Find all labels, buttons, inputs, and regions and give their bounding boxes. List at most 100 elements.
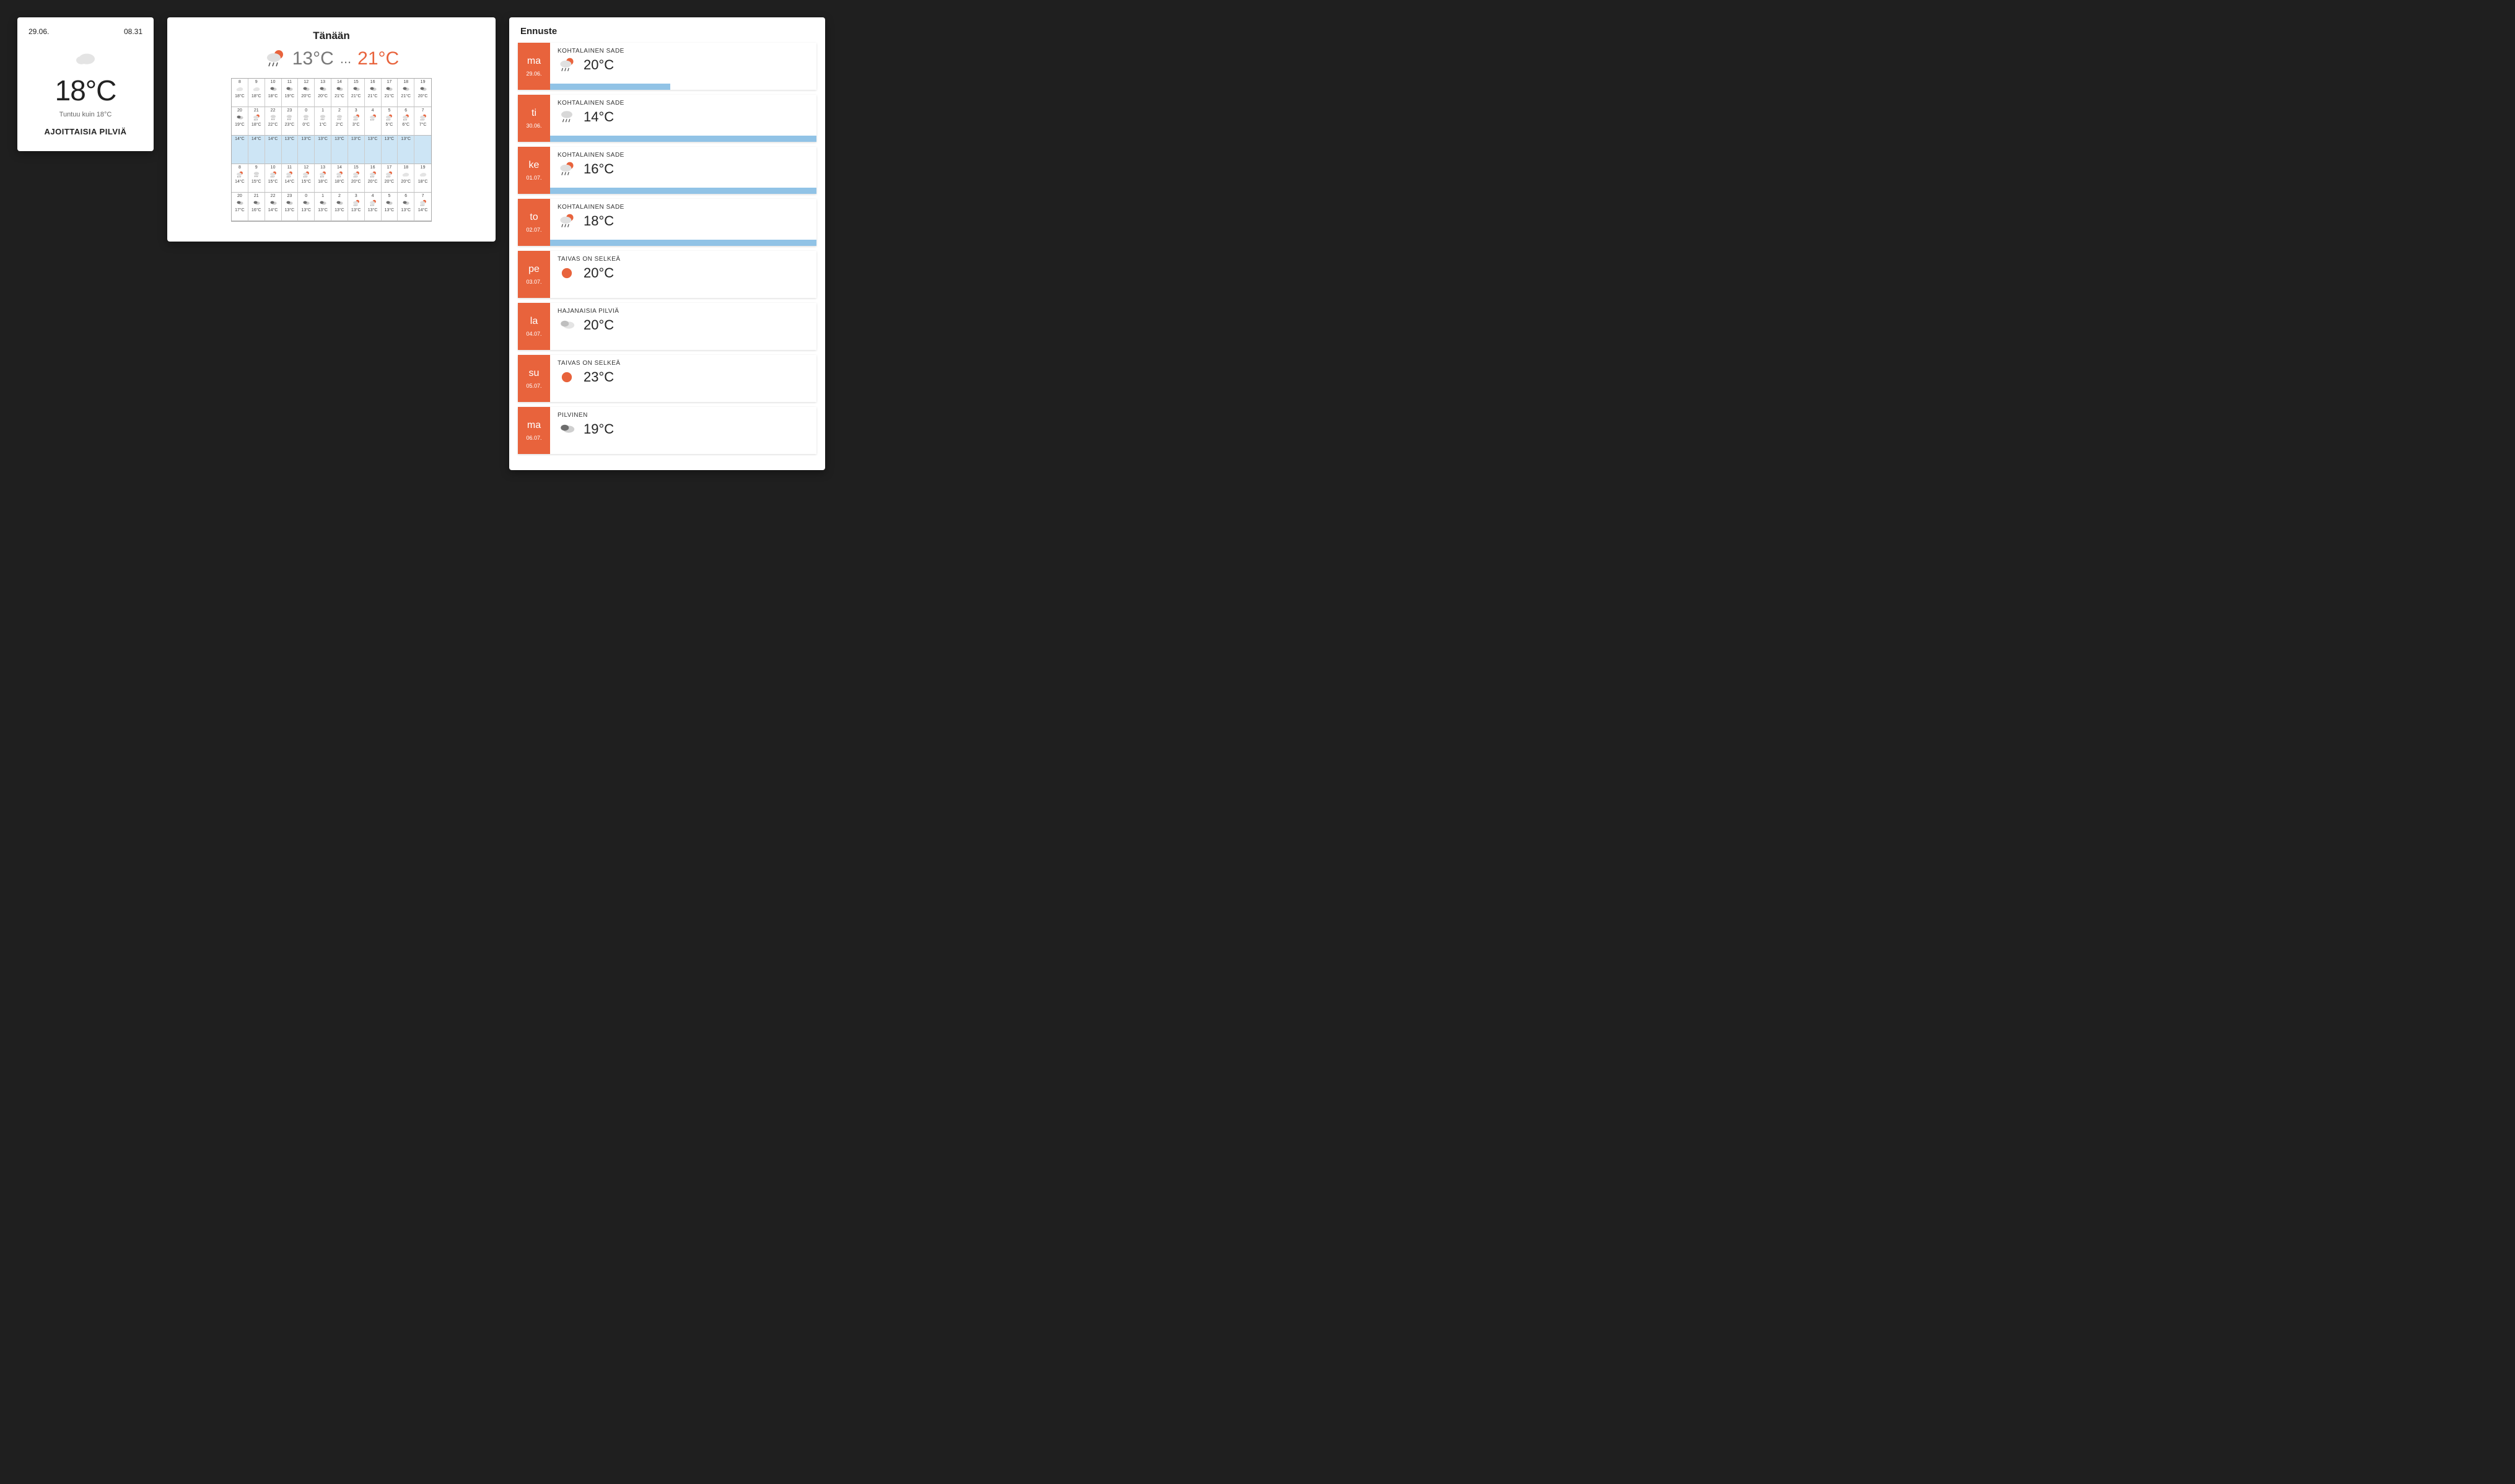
rain-icon	[285, 114, 294, 121]
forecast-item[interactable]: la 04.07. HAJANAISIA PILVIÄ 20°C	[518, 303, 816, 350]
hour-temp: 21°C	[385, 94, 395, 98]
hour-cell[interactable]: 513°C	[382, 193, 398, 221]
hour-cell[interactable]: 2323°C	[282, 107, 299, 136]
hour-cell[interactable]: 1521°C	[348, 79, 365, 107]
hour-temp: 13°C	[335, 208, 344, 212]
hour-cell[interactable]: 213°C	[331, 193, 348, 221]
rain-sun-icon	[352, 199, 361, 207]
hour-cell[interactable]: 14°C	[232, 136, 248, 164]
hour-cell[interactable]: 613°C	[398, 193, 414, 221]
forecast-item[interactable]: ma 06.07. PILVINEN 19°C	[518, 407, 816, 454]
hour-cell[interactable]: 00°C	[298, 107, 315, 136]
hour-cell[interactable]: 1119°C	[282, 79, 299, 107]
hour-temp: 19°C	[235, 123, 245, 127]
rain-icon	[318, 114, 327, 121]
forecast-item[interactable]: su 05.07. TAIVAS ON SELKEÄ 23°C	[518, 355, 816, 402]
hour-cell[interactable]: 13°C	[298, 136, 315, 164]
hour-cell[interactable]: 11°C	[315, 107, 331, 136]
hour-cell[interactable]: 1418°C	[331, 164, 348, 193]
hour-cell[interactable]: 1215°C	[298, 164, 315, 193]
hour-cell[interactable]: 814°C	[232, 164, 248, 193]
hour-temp: 13°C	[318, 137, 328, 141]
forecast-item[interactable]: ti 30.06. KOHTALAINEN SADE 14°C	[518, 95, 816, 142]
forecast-body: PILVINEN 19°C	[550, 407, 816, 454]
hour-cell[interactable]: 1721°C	[382, 79, 398, 107]
current-time: 08.31	[124, 27, 142, 36]
hour-cell[interactable]: 1220°C	[298, 79, 315, 107]
hour-cell[interactable]: 77°C	[414, 107, 431, 136]
hour-cell[interactable]: 13°C	[331, 136, 348, 164]
hour-cell[interactable]: 1920°C	[414, 79, 431, 107]
hour-temp: 14°C	[285, 180, 295, 184]
hour-temp: 14°C	[235, 137, 245, 141]
hour-cell[interactable]: 2214°C	[265, 193, 282, 221]
hour-cell[interactable]: 13°C	[398, 136, 414, 164]
hour-cell[interactable]: 113°C	[315, 193, 331, 221]
hour-cell[interactable]: 1320°C	[315, 79, 331, 107]
hour-cell[interactable]: 2116°C	[248, 193, 265, 221]
today-card: Tänään 13°C ... 21°C 818°C918°C1018°C111…	[167, 17, 496, 242]
hour-cell[interactable]: 55°C	[382, 107, 398, 136]
hour-label: 9	[255, 165, 258, 170]
hour-cell[interactable]: 33°C	[348, 107, 365, 136]
hour-cell[interactable]: 818°C	[232, 79, 248, 107]
forecast-item[interactable]: to 02.07. KOHTALAINEN SADE 18°C	[518, 199, 816, 246]
hour-cell[interactable]: 918°C	[248, 79, 265, 107]
hour-cell[interactable]: 2313°C	[282, 193, 299, 221]
hour-label: 14	[337, 80, 342, 84]
cloudy-icon	[558, 317, 576, 333]
forecast-date: 06.07.	[526, 435, 541, 441]
hour-cell[interactable]: 1015°C	[265, 164, 282, 193]
hour-cell[interactable]: 14°C	[248, 136, 265, 164]
forecast-body: TAIVAS ON SELKEÄ 20°C	[550, 251, 816, 298]
hour-cell[interactable]: 14°C	[265, 136, 282, 164]
hour-cell[interactable]: 13°C	[282, 136, 299, 164]
forecast-item[interactable]: ke 01.07. KOHTALAINEN SADE 16°C	[518, 147, 816, 194]
hour-label: 20	[237, 108, 242, 113]
hour-temp: 18°C	[318, 180, 328, 184]
hour-cell[interactable]: 714°C	[414, 193, 431, 221]
hour-label: 15	[354, 165, 359, 170]
hour-cell[interactable]: 1918°C	[414, 164, 431, 193]
hour-temp: 21°C	[401, 94, 411, 98]
rain-icon	[302, 114, 310, 121]
hour-cell[interactable]: 13°C	[365, 136, 382, 164]
hour-label: 13	[320, 165, 325, 170]
hour-cell[interactable]: 2222°C	[265, 107, 282, 136]
cloudy-dk-icon	[385, 85, 393, 93]
forecast-condition: KOHTALAINEN SADE	[558, 204, 816, 211]
hour-label: 3	[355, 194, 357, 198]
hour-cell[interactable]: 413°C	[365, 193, 382, 221]
rain-sun-icon	[385, 114, 393, 121]
hour-cell[interactable]: 1820°C	[398, 164, 414, 193]
hour-cell[interactable]: 15 20°C	[348, 164, 365, 193]
hour-cell[interactable]: 2017°C	[232, 193, 248, 221]
hour-cell[interactable]: 915°C	[248, 164, 265, 193]
hour-cell[interactable]: 13°C	[348, 136, 365, 164]
hour-cell[interactable]	[414, 136, 431, 164]
hour-temp: 20°C	[351, 180, 361, 184]
forecast-item[interactable]: ma 29.06. KOHTALAINEN SADE 20°C	[518, 43, 816, 90]
hour-cell[interactable]: 1620°C	[365, 164, 382, 193]
hour-cell[interactable]: 2118°C	[248, 107, 265, 136]
hour-cell[interactable]: 13 18°C	[315, 164, 331, 193]
hour-label: 20	[237, 194, 242, 198]
hour-cell[interactable]: 13°C	[382, 136, 398, 164]
hour-cell[interactable]: 1421°C	[331, 79, 348, 107]
cloudy-dk-icon	[252, 199, 261, 207]
hour-cell[interactable]: 1114°C	[282, 164, 299, 193]
hour-cell[interactable]: 66°C	[398, 107, 414, 136]
forecast-item[interactable]: pe 03.07. TAIVAS ON SELKEÄ 20°C	[518, 251, 816, 298]
hour-cell[interactable]: 1621°C	[365, 79, 382, 107]
hour-cell[interactable]: 1018°C	[265, 79, 282, 107]
rain-sun-icon	[369, 199, 377, 207]
hour-cell[interactable]: 1720°C	[382, 164, 398, 193]
hour-cell[interactable]: 22°C	[331, 107, 348, 136]
hour-cell[interactable]: 1821°C	[398, 79, 414, 107]
cloudy-dk-icon	[401, 85, 410, 93]
hour-cell[interactable]: 313°C	[348, 193, 365, 221]
hour-cell[interactable]: 13°C	[315, 136, 331, 164]
hour-cell[interactable]: 013°C	[298, 193, 315, 221]
hour-cell[interactable]: 20 19°C	[232, 107, 248, 136]
hour-cell[interactable]: 4	[365, 107, 382, 136]
